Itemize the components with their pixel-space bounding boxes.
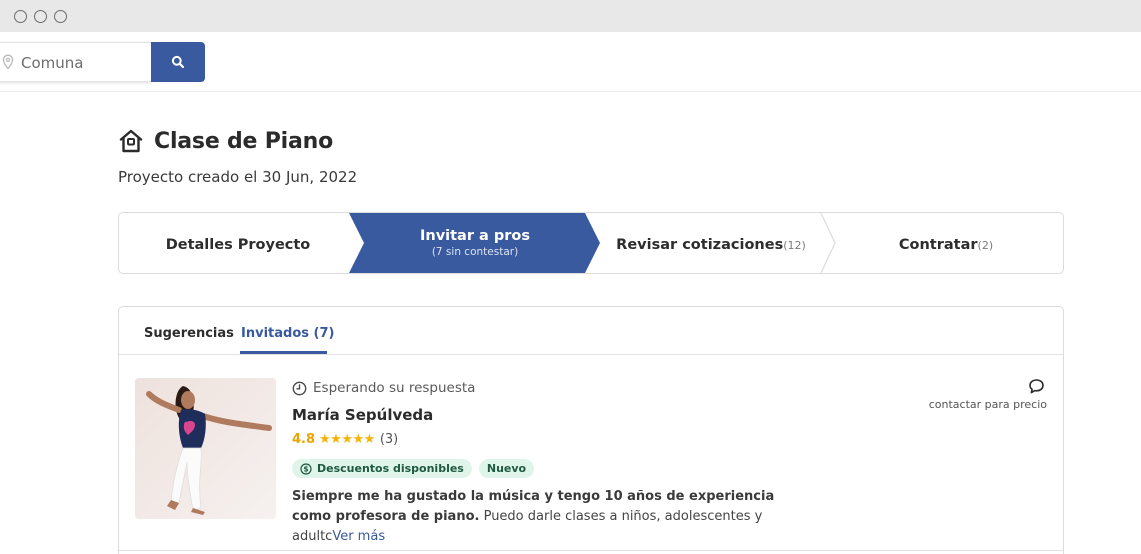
- step-revisar-cotizaciones[interactable]: Revisar cotizaciones(12): [593, 213, 829, 273]
- step-label: Revisar cotizaciones: [616, 236, 784, 253]
- pro-avatar[interactable]: [135, 378, 276, 519]
- active-tab-indicator: [240, 351, 327, 354]
- clock-icon: [292, 381, 307, 395]
- window-maximize-button[interactable]: [54, 10, 67, 23]
- location-pin-icon: [2, 54, 14, 70]
- home-icon: [119, 129, 143, 153]
- pro-description: Siempre me ha gustado la música y tengo …: [292, 487, 812, 547]
- pro-status: Esperando su respuesta: [292, 380, 475, 396]
- comuna-search-input[interactable]: [21, 52, 141, 74]
- pro-name[interactable]: María Sepúlveda: [292, 406, 433, 424]
- tab-invitados[interactable]: Invitados (7): [241, 326, 334, 341]
- step-contratar[interactable]: Contratar(2): [829, 213, 1063, 273]
- browser-titlebar: [0, 0, 1141, 32]
- rating-stars-icon: ★★★★★: [319, 432, 375, 447]
- step-sublabel: (7 sin contestar): [431, 246, 519, 258]
- discount-badge: $ Descuentos disponibles: [292, 459, 472, 478]
- window-close-button[interactable]: [14, 10, 27, 23]
- svg-text:$: $: [303, 464, 308, 473]
- contact-for-price-label: contactar para precio: [928, 398, 1047, 411]
- step-invitar-a-pros[interactable]: Invitar a pros (7 sin contestar): [357, 213, 593, 273]
- search-icon: [171, 55, 185, 69]
- top-bar: [0, 32, 1141, 92]
- project-stepper: Detalles Proyecto Invitar a pros (7 sin …: [118, 212, 1064, 274]
- step-label: Detalles Proyecto: [165, 236, 311, 253]
- project-created-date: Proyecto creado el 30 Jun, 2022: [118, 168, 358, 186]
- tab-sugerencias[interactable]: Sugerencias: [144, 326, 234, 341]
- step-detalles-proyecto[interactable]: Detalles Proyecto: [119, 213, 357, 273]
- pro-rating: 4.8 ★★★★★ (3): [292, 432, 398, 447]
- pro-photo-illustration: [135, 378, 276, 519]
- step-count: (12): [783, 238, 806, 252]
- pro-status-text: Esperando su respuesta: [313, 380, 476, 396]
- new-badge: Nuevo: [478, 459, 535, 478]
- contact-for-price[interactable]: contactar para precio: [929, 378, 1047, 411]
- new-badge-label: Nuevo: [486, 462, 527, 475]
- dollar-circle-icon: $: [300, 462, 312, 475]
- review-count: (3): [379, 432, 399, 447]
- pros-tabs: Sugerencias Invitados (7): [119, 307, 1063, 355]
- search-box: [0, 42, 152, 82]
- discount-badge-label: Descuentos disponibles: [317, 462, 464, 475]
- page-title: Clase de Piano: [118, 126, 333, 156]
- search-button[interactable]: [151, 42, 205, 82]
- step-label: Contratar: [898, 236, 978, 253]
- see-more-link[interactable]: Ver más: [332, 529, 385, 544]
- list-divider: [119, 550, 1063, 551]
- rating-value: 4.8: [292, 432, 316, 447]
- chat-bubble-icon: [1029, 379, 1044, 394]
- project-title: Clase de Piano: [154, 128, 334, 154]
- pros-card: Sugerencias Invitados (7) Esperando su r…: [118, 306, 1064, 554]
- step-count: (2): [977, 238, 994, 252]
- step-label: Invitar a pros: [419, 228, 530, 244]
- pro-badges: $ Descuentos disponibles Nuevo: [292, 459, 535, 478]
- window-minimize-button[interactable]: [34, 10, 47, 23]
